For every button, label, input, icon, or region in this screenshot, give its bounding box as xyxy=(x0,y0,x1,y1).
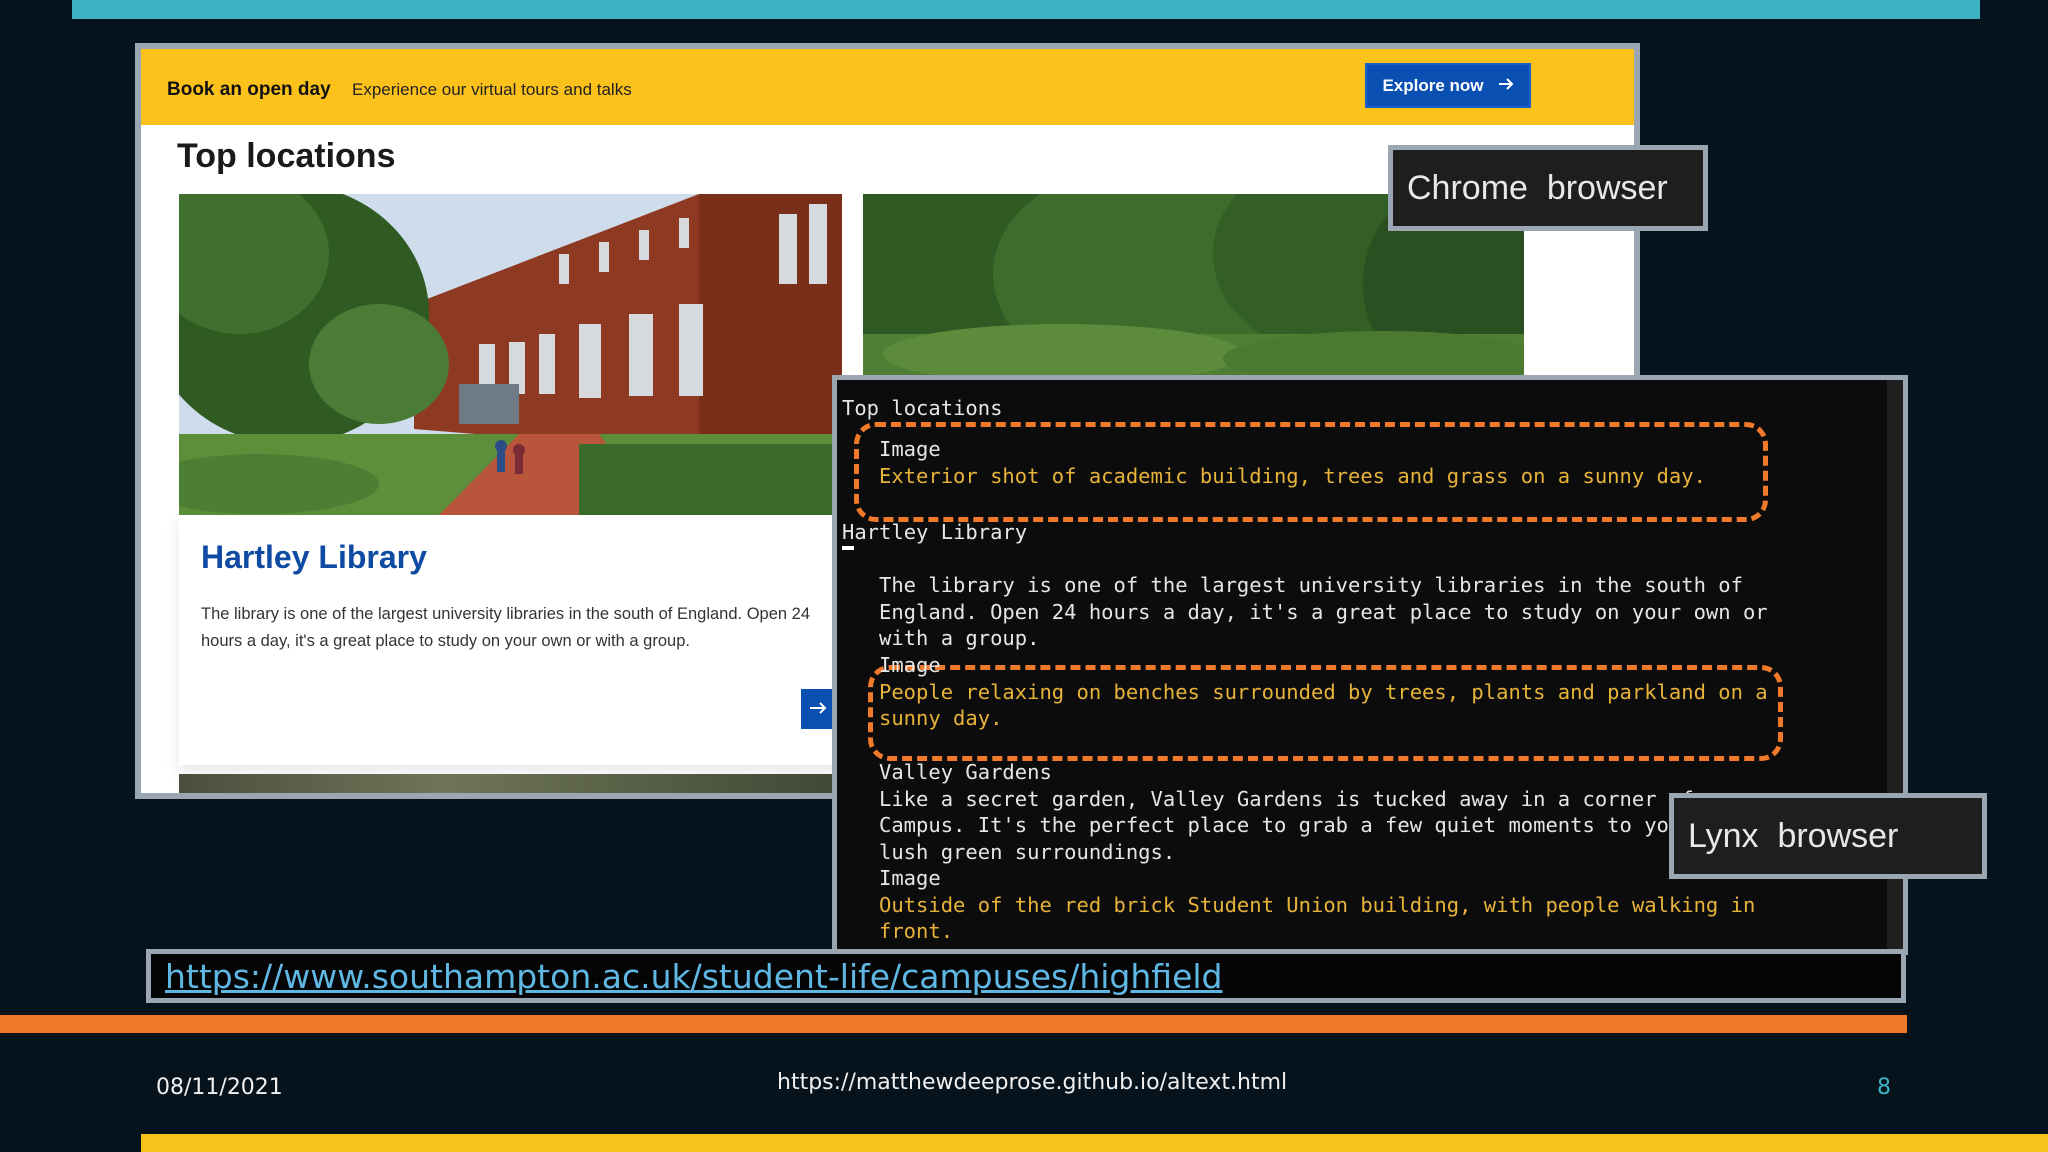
source-url-link[interactable]: https://www.southampton.ac.uk/student-li… xyxy=(165,957,1222,996)
lynx-browser-label-text: Lynx browser xyxy=(1688,816,1899,855)
lynx-browser-label: Lynx browser xyxy=(1669,793,1987,879)
next-card-photo-edge xyxy=(179,774,842,793)
terminal-line: Image xyxy=(879,437,941,461)
terminal-line: Campus. It's the perfect place to grab a… xyxy=(879,813,1743,837)
card-title[interactable]: Hartley Library xyxy=(201,539,427,576)
arrow-right-icon xyxy=(809,698,827,721)
terminal-line: Image xyxy=(879,866,941,890)
terminal-line: lush green surroundings. xyxy=(879,840,1176,864)
hartley-library-card[interactable]: Hartley Library The library is one of th… xyxy=(179,515,842,765)
banner-text: Experience our virtual tours and talks xyxy=(352,80,632,99)
alt-text-line: front. xyxy=(879,919,954,943)
top-accent-bar xyxy=(72,0,1980,19)
terminal-line: Image xyxy=(879,653,941,677)
explore-now-label: Explore now xyxy=(1382,75,1484,95)
slide-page-number: 8 xyxy=(1877,1075,1891,1100)
library-building-photo xyxy=(179,194,842,515)
open-day-banner: Book an open day Experience our virtual … xyxy=(141,49,1634,125)
alt-text-line: sunny day. xyxy=(879,706,1003,730)
source-url-bar: https://www.southampton.ac.uk/student-li… xyxy=(146,949,1906,1003)
card-description: The library is one of the largest univer… xyxy=(201,605,811,650)
chrome-browser-label-text: Chrome browser xyxy=(1407,168,1668,207)
chrome-browser-label: Chrome browser xyxy=(1388,145,1708,231)
explore-now-button[interactable]: Explore now xyxy=(1365,63,1531,108)
terminal-line: Top locations xyxy=(842,396,1003,420)
terminal-line: England. Open 24 hours a day, it's a gre… xyxy=(879,600,1768,624)
terminal-line: Valley Gardens xyxy=(879,760,1052,784)
library-photo-illustration xyxy=(179,194,842,515)
alt-text-line: People relaxing on benches surrounded by… xyxy=(879,680,1768,704)
terminal-line: The library is one of the largest univer… xyxy=(879,573,1743,597)
slide-date: 08/11/2021 xyxy=(156,1075,283,1100)
slide-footer-url: https://matthewdeeprose.github.io/altext… xyxy=(777,1070,1288,1095)
terminal-cursor xyxy=(842,546,854,550)
alt-text-line: Outside of the red brick Student Union b… xyxy=(879,893,1756,917)
page-heading: Top locations xyxy=(177,137,396,175)
terminal-line: with a group. xyxy=(879,626,1040,650)
yellow-accent-bar xyxy=(141,1134,2048,1152)
orange-accent-bar xyxy=(0,1015,1907,1033)
card-arrow-button[interactable] xyxy=(801,689,835,729)
alt-text-line: Exterior shot of academic building, tree… xyxy=(879,464,1706,488)
arrow-right-icon xyxy=(1498,76,1514,96)
terminal-link[interactable]: Hartley Library xyxy=(842,520,1027,544)
terminal-line: Like a secret garden, Valley Gardens is … xyxy=(879,787,1694,811)
banner-title: Book an open day xyxy=(167,79,331,100)
